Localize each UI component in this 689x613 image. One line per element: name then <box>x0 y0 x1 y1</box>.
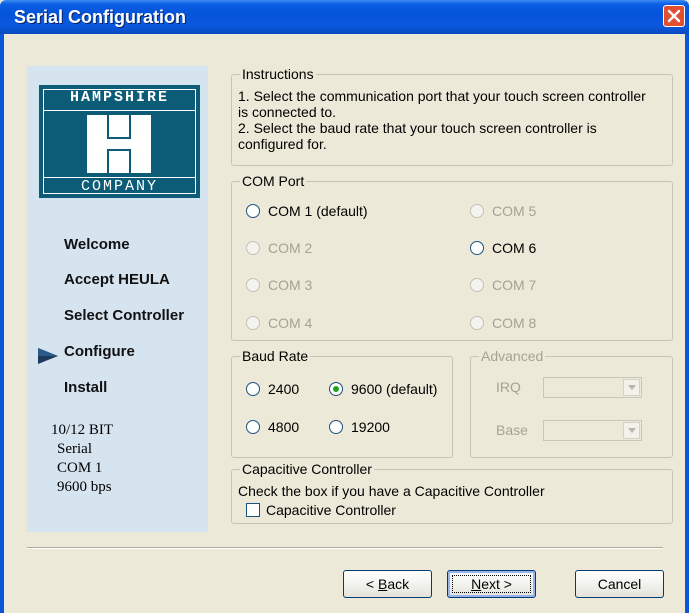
summary-baud: 9600 bps <box>57 479 112 495</box>
hampshire-company-logo: HAMPSHIRE COMPANY <box>39 85 200 198</box>
button-separator <box>27 547 663 549</box>
com5-label: COM 5 <box>492 203 537 219</box>
arrow-right-icon <box>38 348 58 364</box>
instructions-step-1: 1. Select the communication port that yo… <box>238 88 646 120</box>
radio-icon <box>246 382 260 396</box>
baud-2400-label: 2400 <box>268 381 300 397</box>
radio-icon <box>329 420 343 434</box>
instructions-group: Instructions 1. Select the communication… <box>231 66 673 166</box>
baud-9600-radio[interactable]: 9600 (default) <box>329 381 437 397</box>
com6-radio[interactable]: COM 6 <box>470 240 536 256</box>
radio-icon <box>470 278 484 292</box>
com3-label: COM 3 <box>268 277 313 293</box>
close-icon <box>667 9 681 23</box>
com4-label: COM 4 <box>268 315 313 331</box>
baud-2400-radio[interactable]: 2400 <box>246 381 299 397</box>
capacitive-checkbox-label: Capacitive Controller <box>266 502 396 518</box>
irq-dropdown-button[interactable] <box>623 379 640 396</box>
chevron-down-icon <box>628 385 636 390</box>
com1-label: COM 1 (default) <box>268 203 368 219</box>
baud-19200-label: 19200 <box>351 419 390 435</box>
radio-icon <box>246 278 260 292</box>
close-button[interactable] <box>663 5 685 27</box>
radio-icon <box>329 382 343 396</box>
step-accept-heula: Accept HEULA <box>64 271 170 288</box>
back-mnemonic: B <box>377 576 388 592</box>
instructions-text: 1. Select the communication port that yo… <box>238 88 658 152</box>
com2-label: COM 2 <box>268 240 313 256</box>
focus-rect <box>452 575 531 593</box>
base-label: Base <box>496 422 528 438</box>
title-bar: Serial Configuration <box>0 0 689 34</box>
baud-rate-legend: Baud Rate <box>240 348 311 364</box>
step-configure: Configure <box>64 343 135 360</box>
window-frame-right <box>685 34 689 613</box>
baud-rate-group: Baud Rate 2400 9600 (default) 4800 19200 <box>231 348 453 458</box>
radio-icon <box>246 204 260 218</box>
checkbox-icon <box>246 503 260 517</box>
instructions-legend: Instructions <box>240 66 316 82</box>
logo-top-text: HAMPSHIRE <box>69 89 169 106</box>
com5-radio[interactable]: COM 5 <box>470 203 536 219</box>
com8-label: COM 8 <box>492 315 537 331</box>
capacitive-description: Check the box if you have a Capacitive C… <box>238 483 545 499</box>
com8-radio[interactable]: COM 8 <box>470 315 536 331</box>
radio-icon <box>470 316 484 330</box>
base-select[interactable] <box>543 420 642 441</box>
step-select-controller: Select Controller <box>64 307 185 324</box>
radio-icon <box>246 420 260 434</box>
radio-icon <box>470 204 484 218</box>
irq-select[interactable] <box>543 377 642 398</box>
com-port-legend: COM Port <box>240 173 307 189</box>
baud-4800-radio[interactable]: 4800 <box>246 419 299 435</box>
back-button[interactable]: < Back <box>343 570 432 598</box>
advanced-group: Advanced IRQ Base <box>470 348 673 458</box>
radio-icon <box>246 316 260 330</box>
radio-icon <box>246 241 260 255</box>
capacitive-checkbox[interactable]: Capacitive Controller <box>246 502 396 518</box>
next-button[interactable]: Next > <box>447 570 536 598</box>
capacitive-group: Capacitive Controller Check the box if y… <box>231 461 673 524</box>
com-port-group: COM Port COM 1 (default) COM 2 COM 3 COM… <box>231 173 673 341</box>
logo-bottom-text: COMPANY <box>80 178 158 195</box>
com6-label: COM 6 <box>492 240 537 256</box>
com2-radio[interactable]: COM 2 <box>246 240 312 256</box>
com1-radio[interactable]: COM 1 (default) <box>246 203 368 219</box>
com7-radio[interactable]: COM 7 <box>470 277 536 293</box>
step-welcome: Welcome <box>64 236 130 253</box>
com4-radio[interactable]: COM 4 <box>246 315 312 331</box>
baud-4800-label: 4800 <box>268 419 300 435</box>
window-frame-left <box>0 34 4 613</box>
capacitive-legend: Capacitive Controller <box>240 461 374 477</box>
summary-bit: 10/12 BIT <box>51 422 114 438</box>
logo-mark-icon <box>87 115 151 173</box>
step-install: Install <box>64 379 108 396</box>
back-prefix: < <box>365 576 378 592</box>
baud-9600-label: 9600 (default) <box>351 381 438 397</box>
summary-interface: Serial <box>57 441 92 457</box>
advanced-legend: Advanced <box>479 348 546 364</box>
radio-icon <box>470 241 484 255</box>
baud-19200-radio[interactable]: 19200 <box>329 419 390 435</box>
back-label-rest: ack <box>387 576 410 592</box>
instructions-step-2: 2. Select the baud rate that your touch … <box>238 120 597 152</box>
com7-label: COM 7 <box>492 277 537 293</box>
window-title: Serial Configuration <box>14 7 187 27</box>
irq-label: IRQ <box>496 379 521 395</box>
summary-port: COM 1 <box>57 460 103 476</box>
chevron-down-icon <box>628 428 636 433</box>
cancel-button[interactable]: Cancel <box>575 570 664 598</box>
logo-divider <box>43 110 196 111</box>
base-dropdown-button[interactable] <box>623 422 640 439</box>
com3-radio[interactable]: COM 3 <box>246 277 312 293</box>
